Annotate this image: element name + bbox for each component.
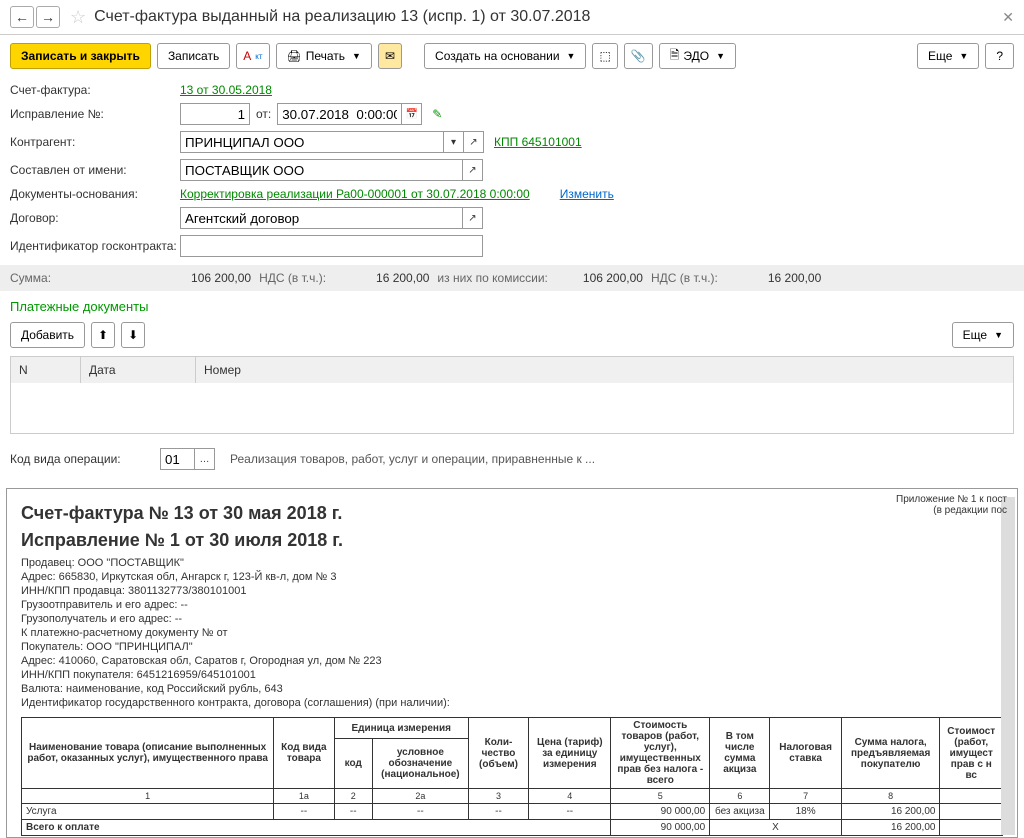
save-button[interactable]: Записать bbox=[157, 43, 230, 69]
change-link[interactable]: Изменить bbox=[560, 187, 614, 201]
goscontract-input[interactable] bbox=[180, 235, 483, 257]
operation-label: Код вида операции: bbox=[10, 452, 160, 466]
doc-title1: Счет-фактура № 13 от 30 мая 2018 г. bbox=[21, 503, 1003, 524]
col-date[interactable]: Дата bbox=[81, 357, 196, 383]
dropdown-icon[interactable]: ▾ bbox=[444, 131, 464, 153]
kpp-link[interactable]: КПП 645101001 bbox=[494, 135, 582, 149]
invoice-label: Счет-фактура: bbox=[10, 83, 180, 97]
operation-code-input[interactable] bbox=[160, 448, 195, 470]
commission-label: из них по комиссии: bbox=[437, 271, 547, 285]
operation-desc: Реализация товаров, работ, услуг и опера… bbox=[230, 452, 595, 466]
goscontract-label: Идентификатор госконтракта: bbox=[10, 239, 180, 253]
contract-label: Договор: bbox=[10, 211, 180, 225]
basis-label: Документы-основания: bbox=[10, 187, 180, 201]
table-row-total: Всего к оплате 90 000,00 X 16 200,00 bbox=[22, 820, 1003, 836]
edo-button[interactable]: 🗎ЭДО▼ bbox=[659, 43, 736, 69]
add-button[interactable]: Добавить bbox=[10, 322, 85, 348]
attachment-icon[interactable]: 📎 bbox=[624, 43, 653, 69]
structure-icon[interactable]: ⬚ bbox=[592, 43, 617, 69]
payments-table[interactable]: N Дата Номер bbox=[10, 356, 1014, 434]
contractor-label: Контрагент: bbox=[10, 135, 180, 149]
invoice-link[interactable]: 13 от 30.05.2018 bbox=[180, 83, 272, 97]
contract-input[interactable] bbox=[180, 207, 463, 229]
window-title: Счет-фактура выданный на реализацию 13 (… bbox=[94, 8, 590, 26]
payments-header: Платежные документы bbox=[0, 291, 1024, 318]
contractor-input[interactable] bbox=[180, 131, 444, 153]
correction-number-input[interactable] bbox=[180, 103, 250, 125]
save-close-button[interactable]: Записать и закрыть bbox=[10, 43, 151, 69]
edit-date-icon[interactable]: ✎ bbox=[432, 107, 442, 121]
open-icon[interactable]: ↗ bbox=[463, 159, 483, 181]
print-button[interactable]: 🖨Печать▼ bbox=[276, 43, 372, 69]
vat-value: 16 200,00 bbox=[376, 271, 429, 285]
edo-icon: 🗎 bbox=[670, 46, 680, 67]
open-icon[interactable]: ↗ bbox=[463, 207, 483, 229]
basis-link[interactable]: Корректировка реализации Ра00-000001 от … bbox=[180, 187, 530, 201]
select-icon[interactable]: … bbox=[195, 448, 215, 470]
invoice-table: Наименование товара (описание выполненны… bbox=[21, 717, 1003, 836]
open-icon[interactable]: ↗ bbox=[464, 131, 484, 153]
date-input[interactable] bbox=[277, 103, 402, 125]
col-n[interactable]: N bbox=[11, 357, 81, 383]
more-button[interactable]: Еще▼ bbox=[917, 43, 979, 69]
commission-value: 106 200,00 bbox=[583, 271, 643, 285]
move-down-icon[interactable]: ⬇ bbox=[121, 322, 145, 348]
printer-icon: 🖨 bbox=[287, 49, 302, 63]
vat-label: НДС (в т.ч.): bbox=[259, 271, 326, 285]
document-preview: Приложение № 1 к пост (в редакции пос Сч… bbox=[6, 488, 1018, 838]
close-button[interactable]: ✕ bbox=[1002, 9, 1014, 26]
help-button[interactable]: ? bbox=[985, 43, 1014, 69]
nav-forward-button[interactable]: → bbox=[36, 6, 60, 28]
scrollbar[interactable] bbox=[1001, 497, 1015, 835]
col-number[interactable]: Номер bbox=[196, 357, 1013, 383]
issued-label: Составлен от имени: bbox=[10, 163, 180, 177]
sum-value: 106 200,00 bbox=[191, 271, 251, 285]
calendar-icon[interactable]: 📅 bbox=[402, 103, 422, 125]
more-button[interactable]: Еще▼ bbox=[952, 322, 1014, 348]
format-text-icon[interactable]: Aкт bbox=[236, 43, 269, 69]
issued-input[interactable] bbox=[180, 159, 463, 181]
vat2-value: 16 200,00 bbox=[768, 271, 821, 285]
correction-label: Исправление №: bbox=[10, 107, 180, 121]
nav-back-button[interactable]: ← bbox=[10, 6, 34, 28]
sum-label: Сумма: bbox=[10, 271, 51, 285]
move-up-icon[interactable]: ⬆ bbox=[91, 322, 115, 348]
doc-title2: Исправление № 1 от 30 июля 2018 г. bbox=[21, 530, 1003, 551]
create-based-button[interactable]: Создать на основании▼ bbox=[424, 43, 586, 69]
date-from-label: от: bbox=[256, 107, 271, 121]
favorite-star-icon[interactable]: ☆ bbox=[70, 7, 86, 28]
vat2-label: НДС (в т.ч.): bbox=[651, 271, 718, 285]
table-row: Услуга -- -- -- -- -- 90 000,00 без акци… bbox=[22, 804, 1003, 820]
email-icon[interactable]: ✉ bbox=[378, 43, 402, 69]
